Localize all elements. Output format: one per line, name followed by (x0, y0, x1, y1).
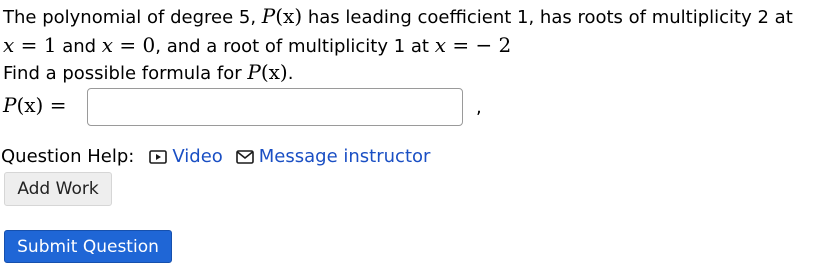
video-icon (148, 147, 168, 167)
answer-label-function: P (3, 93, 17, 117)
submit-question-button[interactable]: Submit Question (4, 230, 172, 263)
question-text: and (56, 36, 102, 57)
question-line-1: The polynomial of degree 5, P(x) has lea… (3, 4, 793, 30)
answer-label-argument: (x) (16, 93, 44, 117)
math-argument: (x) (275, 4, 303, 28)
message-instructor-label: Message instructor (258, 146, 431, 167)
math-argument: (x) (260, 60, 288, 84)
math-function-name: P (247, 60, 261, 84)
math-equation: = − 2 (445, 33, 512, 57)
question-text: Find a possible formula for (3, 63, 248, 84)
math-variable: x (3, 33, 15, 57)
answer-label: P(x) = (3, 92, 66, 118)
question-text: . (287, 63, 294, 84)
add-work-button[interactable]: Add Work (4, 172, 112, 206)
question-text: , and a root of multiplicity 1 at (155, 36, 435, 57)
question-text: The polynomial of degree 5, (3, 7, 262, 28)
math-equation: = 0 (113, 33, 156, 57)
answer-label-equals: = (43, 93, 67, 117)
question-line-3: Find a possible formula for P(x). (3, 60, 293, 86)
question-help-label: Question Help: (1, 146, 135, 167)
envelope-icon (235, 147, 255, 167)
answer-trailing-comma: , (476, 97, 482, 118)
video-link-label: Video (172, 146, 223, 167)
math-function-name: P (261, 4, 276, 28)
math-variable: x (434, 33, 446, 57)
message-instructor-link[interactable]: Message instructor (235, 145, 431, 169)
math-variable: x (101, 33, 114, 57)
question-help-row: Question Help: Video Message instructor (1, 145, 430, 169)
answer-input[interactable] (87, 88, 463, 126)
video-link[interactable]: Video (148, 145, 223, 169)
question-line-2: x = 1 and x = 0, and a root of multiplic… (3, 33, 511, 59)
question-text: has leading coefficient 1, has roots of … (302, 7, 793, 28)
math-equation: = 1 (14, 33, 57, 57)
